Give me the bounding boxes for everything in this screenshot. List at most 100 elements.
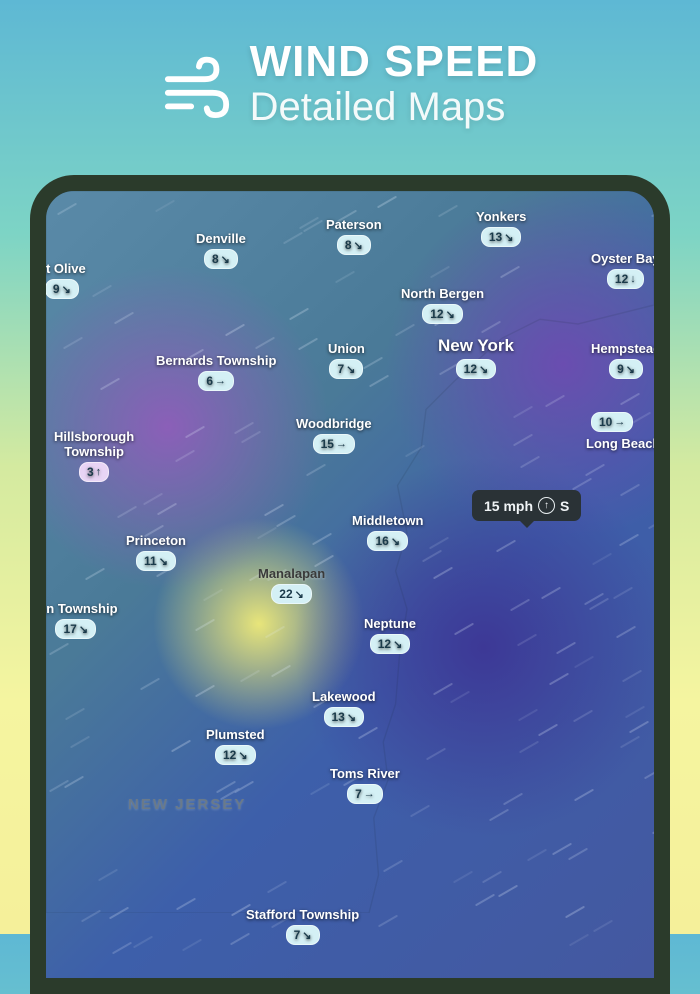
arrow-icon: ↘ bbox=[347, 711, 356, 724]
city-marker[interactable]: Denville 8 ↘ bbox=[196, 231, 246, 269]
city-marker[interactable]: Yonkers 13 ↘ bbox=[476, 209, 526, 247]
wind-pill: 8 ↘ bbox=[204, 249, 238, 269]
wind-pill: 6 → bbox=[198, 371, 234, 391]
wind-speed: 9 bbox=[53, 282, 60, 296]
wind-speed: 11 bbox=[144, 554, 157, 568]
wind-pill: 12 ↘ bbox=[422, 304, 463, 324]
wind-pill: 12 ↓ bbox=[607, 269, 644, 289]
wind-pill: 10 → bbox=[591, 412, 633, 432]
wind-pill: 16 ↘ bbox=[367, 531, 408, 551]
wind-pill: 9 ↘ bbox=[45, 279, 79, 299]
wind-speed: 8 bbox=[345, 238, 352, 252]
wind-speed: 9 bbox=[617, 362, 624, 376]
city-marker[interactable]: Oyster Bay12 ↓ bbox=[591, 251, 660, 289]
arrow-icon: ↘ bbox=[504, 231, 513, 244]
arrow-icon: ↘ bbox=[302, 929, 311, 942]
arrow-icon: ↓ bbox=[630, 273, 636, 285]
title-subtitle: Detailed Maps bbox=[250, 84, 539, 130]
arrow-icon: ↘ bbox=[626, 363, 635, 376]
arrow-icon: ↘ bbox=[295, 588, 304, 601]
arrow-icon: → bbox=[215, 375, 226, 387]
wind-speed: 12 bbox=[615, 272, 628, 286]
city-marker[interactable]: Toms River7 → bbox=[330, 766, 400, 804]
arrow-icon: ↘ bbox=[391, 535, 400, 548]
map-view[interactable]: Yonkers13 ↘Paterson8 ↘Denville8 ↘Oyster … bbox=[46, 191, 654, 978]
wind-speed: 6 bbox=[206, 374, 213, 388]
wind-pill: 15 → bbox=[313, 434, 355, 454]
city-marker[interactable]: Lakewood13 ↘ bbox=[312, 689, 376, 727]
city-name: North Bergen bbox=[401, 286, 484, 301]
wind-speed: 10 bbox=[599, 415, 612, 429]
wind-pill: 13 ↘ bbox=[324, 707, 365, 727]
wind-speed: 12 bbox=[223, 748, 236, 762]
wind-speed: 7 bbox=[337, 362, 344, 376]
tooltip-direction: S bbox=[560, 498, 569, 514]
city-marker[interactable]: Union7 ↘ bbox=[328, 341, 365, 379]
wind-speed: 22 bbox=[279, 587, 292, 601]
city-name: Princeton bbox=[126, 533, 186, 548]
wind-pill: 7 ↘ bbox=[329, 359, 363, 379]
city-marker[interactable]: Woodbridge 15 → bbox=[296, 416, 372, 454]
arrow-icon: → bbox=[614, 416, 625, 428]
city-marker[interactable]: 10 → bbox=[591, 409, 633, 432]
wind-speed: 17 bbox=[63, 622, 76, 636]
city-marker[interactable]: Manalapan 22 ↘ bbox=[258, 566, 325, 604]
wind-pill: 13 ↘ bbox=[481, 227, 522, 247]
wind-speed: 13 bbox=[332, 710, 345, 724]
city-name: HillsboroughTownship bbox=[54, 429, 134, 459]
city-marker[interactable]: Stafford Township7 ↘ bbox=[246, 907, 359, 945]
city-marker[interactable]: Middletown 16 ↘ bbox=[352, 513, 424, 551]
city-marker[interactable]: ton Township 17 ↘ bbox=[34, 601, 118, 639]
city-marker[interactable]: Long Beach bbox=[586, 436, 660, 451]
title-main: WIND SPEED bbox=[250, 40, 539, 84]
city-marker[interactable]: New York12 ↘ bbox=[438, 336, 514, 379]
city-marker[interactable]: Princeton 11 ↘ bbox=[126, 533, 186, 571]
wind-pill: 8 ↘ bbox=[337, 235, 371, 255]
arrow-icon: → bbox=[364, 788, 375, 800]
wind-speed: 12 bbox=[378, 637, 391, 651]
city-marker[interactable]: Hempstead9 ↘ bbox=[591, 341, 661, 379]
arrow-icon: ↘ bbox=[354, 239, 363, 252]
wind-speed: 15 bbox=[321, 437, 334, 451]
city-marker[interactable]: Bernards Township6 → bbox=[156, 353, 276, 391]
wind-speed: 3 bbox=[87, 465, 94, 479]
city-name: Woodbridge bbox=[296, 416, 372, 431]
city-name: Plumsted bbox=[206, 727, 265, 742]
city-marker[interactable]: nt Olive9 ↘ bbox=[38, 261, 86, 299]
arrow-icon: ↘ bbox=[446, 308, 455, 321]
arrow-icon: ↘ bbox=[238, 749, 247, 762]
city-name: Toms River bbox=[330, 766, 400, 781]
wind-pill: 12 ↘ bbox=[370, 634, 411, 654]
city-marker[interactable]: Plumsted 12 ↘ bbox=[206, 727, 265, 765]
wind-speed: 12 bbox=[430, 307, 443, 321]
wind-speed: 12 bbox=[464, 362, 477, 376]
city-name: Manalapan bbox=[258, 566, 325, 581]
wind-pill: 3 ↑ bbox=[79, 462, 109, 482]
title-block: WIND SPEED Detailed Maps bbox=[250, 40, 539, 130]
wind-pill: 11 ↘ bbox=[136, 551, 176, 571]
wind-speed: 16 bbox=[375, 534, 388, 548]
arrow-icon: ↘ bbox=[221, 253, 230, 266]
city-name: Yonkers bbox=[476, 209, 526, 224]
wind-icon bbox=[162, 50, 232, 120]
wind-pill: 17 ↘ bbox=[55, 619, 96, 639]
city-name: Stafford Township bbox=[246, 907, 359, 922]
city-marker[interactable]: HillsboroughTownship 3 ↑ bbox=[54, 429, 134, 482]
city-name: Paterson bbox=[326, 217, 382, 232]
city-marker[interactable]: Paterson 8 ↘ bbox=[326, 217, 382, 255]
wind-tooltip[interactable]: 15 mph ↑ S bbox=[472, 490, 581, 521]
city-name: Denville bbox=[196, 231, 246, 246]
state-label: NEW JERSEY bbox=[128, 796, 246, 813]
city-name: Long Beach bbox=[586, 436, 660, 451]
arrow-icon: ↑ bbox=[96, 466, 102, 478]
city-marker[interactable]: North Bergen 12 ↘ bbox=[401, 286, 484, 324]
city-name: ton Township bbox=[34, 601, 118, 616]
wind-pill: 12 ↘ bbox=[456, 359, 497, 379]
arrow-icon: ↘ bbox=[159, 555, 168, 568]
city-name: Middletown bbox=[352, 513, 424, 528]
city-marker[interactable]: Neptune12 ↘ bbox=[364, 616, 416, 654]
wind-pill: 22 ↘ bbox=[271, 584, 312, 604]
wind-speed: 8 bbox=[212, 252, 219, 266]
arrow-icon: ↘ bbox=[62, 283, 71, 296]
device-frame: Yonkers 13 ↘ Paterson 8 ↘ Denville 8 ↘ Oyster … bbox=[30, 175, 670, 994]
